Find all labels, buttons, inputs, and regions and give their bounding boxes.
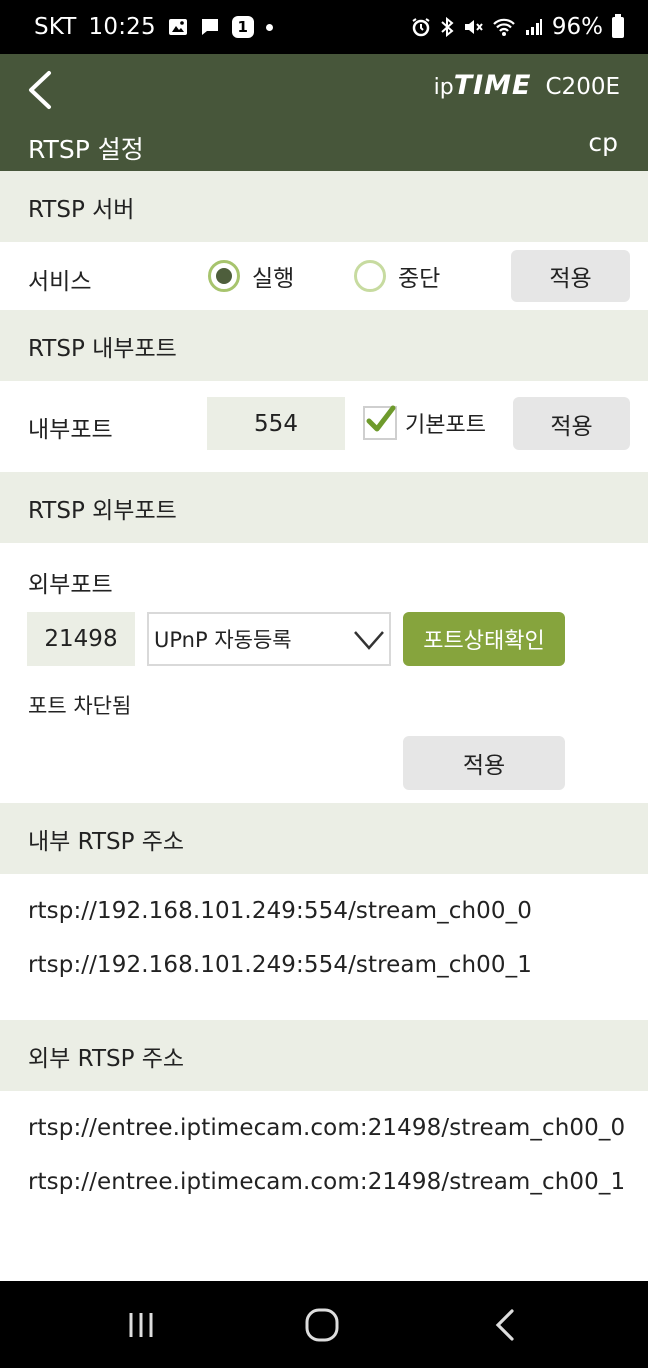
app-header: ipTIME C200E RTSP 설정 cp xyxy=(0,54,648,171)
radio-run[interactable]: 실행 xyxy=(208,259,294,293)
external-port-label: 외부포트 xyxy=(28,572,113,598)
service-label: 서비스 xyxy=(28,269,92,295)
radio-selected-icon xyxy=(208,260,240,292)
chevron-down-icon xyxy=(353,624,385,659)
battery-icon xyxy=(612,13,624,38)
external-url-0: rtsp://entree.iptimecam.com:21498/stream… xyxy=(28,1115,626,1141)
port-status-check-button[interactable]: 포트상태확인 xyxy=(403,612,565,666)
status-bar: SKT 10:25 1 96% xyxy=(0,0,648,54)
external-port-apply-button[interactable]: 적용 xyxy=(403,736,565,790)
model-name: C200E xyxy=(545,74,621,100)
section-rtsp-server: RTSP 서버 xyxy=(0,171,648,242)
radio-stop-label: 중단 xyxy=(398,266,441,292)
section-title: RTSP 외부포트 xyxy=(28,497,177,524)
section-internal-rtsp-address: 내부 RTSP 주소 xyxy=(0,803,648,874)
back-button[interactable] xyxy=(18,68,62,112)
radio-unselected-icon xyxy=(354,260,386,292)
section-title: 내부 RTSP 주소 xyxy=(28,828,185,855)
bluetooth-icon xyxy=(440,17,454,37)
notification-count-badge: 1 xyxy=(231,16,254,38)
checkmark-icon xyxy=(366,405,396,432)
port-mode-value: UPnP 자동등록 xyxy=(154,628,292,652)
page-title: RTSP 설정 xyxy=(28,135,144,164)
port-mode-select[interactable]: UPnP 자동등록 xyxy=(147,612,391,666)
more-notifications-dot xyxy=(265,23,273,31)
section-title: 외부 RTSP 주소 xyxy=(28,1045,185,1072)
chevron-left-icon xyxy=(29,71,51,109)
mute-icon xyxy=(463,17,483,37)
section-rtsp-internal-port: RTSP 내부포트 xyxy=(0,310,648,381)
recent-apps-icon xyxy=(129,1313,153,1337)
internal-port-input[interactable]: 554 xyxy=(207,397,345,450)
server-apply-button[interactable]: 적용 xyxy=(511,250,630,302)
default-port-checkbox[interactable]: 기본포트 xyxy=(363,405,486,440)
signal-icon xyxy=(525,18,543,36)
internal-url-0: rtsp://192.168.101.249:554/stream_ch00_0 xyxy=(28,898,532,924)
internal-port-label: 내부포트 xyxy=(28,417,113,443)
back-nav-button[interactable] xyxy=(480,1305,530,1345)
internal-port-apply-button[interactable]: 적용 xyxy=(513,397,630,450)
home-button[interactable] xyxy=(297,1305,347,1345)
gallery-icon xyxy=(168,18,188,36)
clock: 10:25 xyxy=(88,14,156,40)
port-status-text: 포트 차단됨 xyxy=(28,694,132,718)
section-title: RTSP 내부포트 xyxy=(28,335,177,362)
default-port-label: 기본포트 xyxy=(405,413,486,438)
message-icon xyxy=(200,17,220,37)
home-icon xyxy=(305,1308,339,1342)
carrier-label: SKT xyxy=(34,14,77,40)
brand-logo: ipTIME C200E xyxy=(434,70,620,101)
alarm-icon xyxy=(411,17,431,37)
user-id: cp xyxy=(588,128,618,157)
brand-time: TIME xyxy=(453,70,532,101)
external-url-1: rtsp://entree.iptimecam.com:21498/stream… xyxy=(28,1169,626,1195)
section-external-rtsp-address: 외부 RTSP 주소 xyxy=(0,1020,648,1091)
recent-apps-button[interactable] xyxy=(116,1305,166,1345)
checkbox-box xyxy=(363,405,397,440)
brand-ip: ip xyxy=(433,75,454,100)
back-icon xyxy=(495,1309,514,1341)
system-nav-bar xyxy=(0,1281,648,1368)
internal-url-1: rtsp://192.168.101.249:554/stream_ch00_1 xyxy=(28,952,532,978)
section-title: RTSP 서버 xyxy=(28,196,135,223)
radio-stop[interactable]: 중단 xyxy=(354,259,440,293)
external-port-input[interactable]: 21498 xyxy=(27,612,135,666)
radio-run-label: 실행 xyxy=(252,266,295,292)
battery-percent: 96% xyxy=(551,14,603,40)
wifi-icon xyxy=(492,17,516,37)
section-rtsp-external-port: RTSP 외부포트 xyxy=(0,472,648,543)
